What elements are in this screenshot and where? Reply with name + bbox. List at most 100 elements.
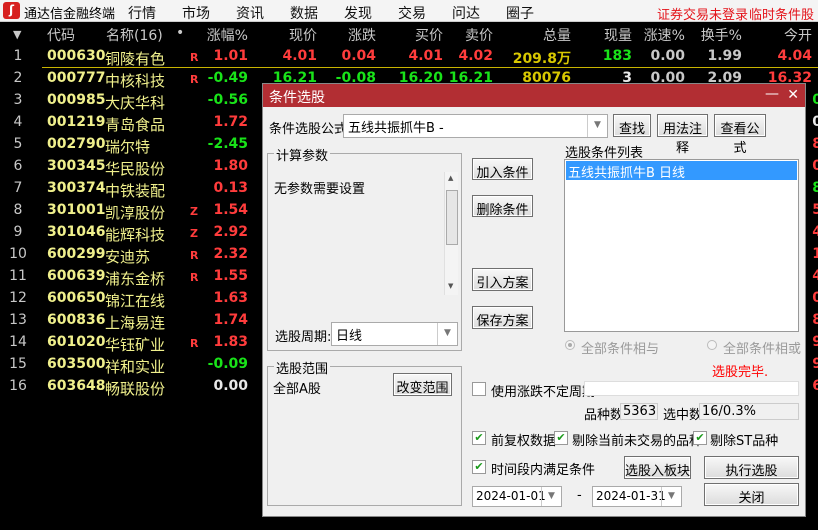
stock-code: 002790	[47, 136, 106, 152]
save-scheme-button[interactable]: 保存方案	[472, 306, 533, 329]
app-title: 通达信金融终端	[24, 7, 116, 22]
chevron-down-icon[interactable]: ▼	[541, 487, 561, 506]
menu-ask[interactable]: 问达	[452, 3, 480, 23]
execute-button[interactable]: 执行选股	[704, 456, 799, 479]
temp-condition-stocks[interactable]: 临时条件股	[749, 4, 814, 23]
use-period-label[interactable]: 使用涨跌不定周期	[491, 381, 595, 400]
formula-value: 五线共振抓牛B -	[348, 121, 444, 136]
fq-checkbox[interactable]: ✔	[472, 431, 486, 445]
formula-select[interactable]: 五线共振抓牛B - ▼	[343, 114, 608, 138]
cell-pct: 0.13	[213, 180, 248, 196]
date-to-picker[interactable]: 2024-01-31 ▼	[592, 486, 682, 507]
menu-discover[interactable]: 发现	[344, 3, 372, 23]
cell-open: 8	[812, 180, 818, 196]
selected-value: 16/0.3%	[699, 403, 799, 420]
col-bid[interactable]: 买价	[415, 25, 443, 45]
menu-data[interactable]: 数据	[290, 3, 318, 23]
close-button[interactable]: 关闭	[704, 483, 799, 506]
chevron-down-icon[interactable]: ▼	[661, 487, 681, 506]
cell-bid: 4.01	[408, 48, 443, 64]
date-from: 2024-01-01	[476, 489, 546, 503]
exclude-untraded-checkbox[interactable]: ✔	[554, 431, 568, 445]
fq-label[interactable]: 前复权数据	[491, 430, 556, 449]
col-vol[interactable]: 总量	[543, 25, 571, 45]
condition-list[interactable]: 五线共振抓牛B 日线	[564, 159, 799, 332]
menu-market[interactable]: 行情	[128, 3, 156, 23]
col-chg[interactable]: 涨跌	[348, 25, 376, 45]
col-pct[interactable]: 涨幅%	[207, 25, 248, 45]
radio-or[interactable]	[707, 340, 717, 350]
date-from-picker[interactable]: 2024-01-01 ▼	[472, 486, 562, 507]
sort-icon[interactable]: ▼	[13, 28, 21, 41]
col-speed[interactable]: 涨速%	[644, 25, 685, 45]
radio-and[interactable]	[565, 340, 575, 350]
cell-chg: 0.04	[341, 48, 376, 64]
stock-mark: Z	[190, 227, 198, 240]
params-scrollbar[interactable]: ▲ ▼	[444, 172, 458, 295]
cell-open: 1	[812, 246, 818, 262]
chevron-down-icon[interactable]: ▼	[587, 115, 607, 137]
radio-or-label[interactable]: 全部条件相或	[723, 338, 801, 357]
scroll-thumb[interactable]	[446, 190, 458, 245]
cell-open: 9	[812, 356, 818, 372]
exclude-st-label[interactable]: 剔除ST品种	[710, 430, 778, 449]
period-select[interactable]: 日线 ▼	[331, 322, 458, 346]
cell-open: 4	[812, 268, 818, 284]
table-row[interactable]: 1 000630 铜陵有色 R 1.01 4.01 0.04 4.01 4.02 209.8…	[0, 46, 818, 68]
use-period-input[interactable]	[584, 381, 799, 396]
exclude-untraded-label[interactable]: 剔除当前未交易的品种	[572, 430, 702, 449]
stock-name: 华钰矿业	[105, 336, 166, 354]
col-open[interactable]: 今开	[784, 25, 812, 45]
cell-speed: 0.00	[650, 48, 685, 64]
menu-markets[interactable]: 市场	[182, 3, 210, 23]
menu-trade[interactable]: 交易	[398, 3, 426, 23]
col-price[interactable]: 现价	[289, 25, 317, 45]
row-index: 6	[13, 158, 23, 174]
radio-and-label[interactable]: 全部条件相与	[581, 338, 659, 357]
menu-circle[interactable]: 圈子	[506, 3, 534, 23]
cell-pct: 1.63	[213, 290, 248, 306]
stock-name: 祥和实业	[105, 358, 166, 376]
col-ask[interactable]: 卖价	[465, 25, 493, 45]
status-text: 选股完毕.	[712, 365, 769, 380]
col-turn[interactable]: 换手%	[701, 25, 742, 45]
import-scheme-button[interactable]: 引入方案	[472, 268, 533, 291]
cell-open: 0	[812, 290, 818, 306]
minimize-icon[interactable]: —	[765, 86, 779, 102]
exclude-st-checkbox[interactable]: ✔	[693, 431, 707, 445]
stock-mark: R	[190, 271, 199, 284]
use-period-checkbox[interactable]	[472, 382, 486, 396]
to-block-button[interactable]: 选股入板块	[624, 456, 691, 479]
stock-code: 603648	[47, 378, 106, 394]
row-index: 12	[9, 290, 27, 306]
time-range-checkbox[interactable]: ✔	[472, 460, 486, 474]
col-cur[interactable]: 现量	[604, 25, 632, 45]
find-button[interactable]: 查找	[613, 114, 651, 137]
date-separator: -	[577, 488, 582, 503]
close-icon[interactable]: ✕	[787, 87, 799, 103]
chevron-down-icon[interactable]: ▼	[437, 323, 457, 345]
cell-pct: 0.00	[213, 378, 248, 394]
time-range-label[interactable]: 时间段内满足条件	[491, 459, 595, 478]
stock-code: 001219	[47, 114, 106, 130]
login-status[interactable]: 证券交易未登录	[657, 4, 748, 23]
count-value: 5363	[620, 403, 658, 420]
col-name[interactable]: 名称(16)	[106, 25, 163, 45]
scroll-up-icon[interactable]: ▲	[448, 174, 453, 182]
dialog-titlebar[interactable]: 条件选股 — ✕	[263, 84, 805, 107]
scroll-down-icon[interactable]: ▼	[448, 282, 453, 290]
condition-list-item[interactable]: 五线共振抓牛B 日线	[566, 161, 797, 181]
period-value: 日线	[336, 329, 363, 344]
menu-news[interactable]: 资讯	[236, 3, 264, 23]
delete-condition-button[interactable]: 删除条件	[472, 195, 533, 218]
cell-pct: -0.49	[207, 70, 248, 86]
stock-name: 能辉科技	[105, 226, 166, 244]
col-code[interactable]: 代码	[47, 25, 75, 45]
stock-name: 大庆华科	[105, 94, 166, 112]
stock-code: 000985	[47, 92, 106, 108]
usage-button[interactable]: 用法注释	[657, 114, 708, 156]
change-range-button[interactable]: 改变范围	[393, 373, 452, 396]
add-condition-button[interactable]: 加入条件	[472, 158, 533, 181]
view-formula-button[interactable]: 查看公式	[714, 114, 766, 156]
row-index: 13	[9, 312, 27, 328]
